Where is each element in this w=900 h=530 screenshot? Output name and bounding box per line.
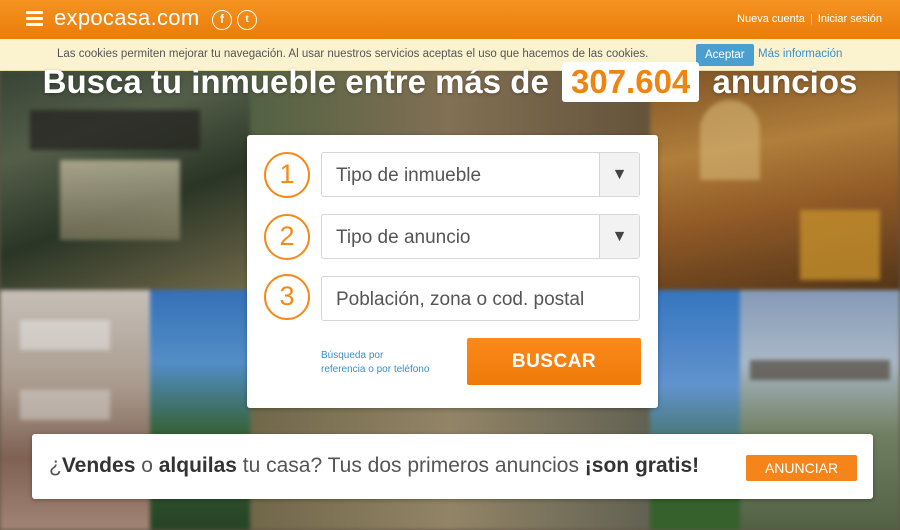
- facebook-icon[interactable]: f: [212, 10, 232, 30]
- step-2-badge: 2: [264, 214, 310, 260]
- banner-free: ¡son gratis!: [584, 454, 700, 477]
- site-logo[interactable]: expocasa.com: [54, 5, 199, 31]
- twitter-icon[interactable]: t: [237, 10, 257, 30]
- publish-banner: ¿Vendes o alquilas tu casa? Tus dos prim…: [32, 434, 873, 499]
- property-type-value: Tipo de inmueble: [336, 165, 482, 186]
- listing-type-value: Tipo de anuncio: [336, 227, 471, 248]
- headline-before: Busca tu inmueble entre más de: [42, 63, 549, 100]
- dropdown-arrow-icon[interactable]: ▼: [599, 153, 639, 196]
- banner-q-open: ¿: [49, 454, 62, 477]
- publish-ad-button[interactable]: ANUNCIAR: [746, 455, 857, 481]
- step-3-badge: 3: [264, 274, 310, 320]
- headline-after: anuncios: [712, 63, 858, 100]
- step-1-badge: 1: [264, 152, 310, 198]
- account-links: Nueva cuenta | Iniciar sesión: [737, 13, 882, 25]
- search-panel: 1 Tipo de inmueble ▼ 2 Tipo de anuncio ▼…: [247, 135, 658, 408]
- dropdown-arrow-icon[interactable]: ▼: [599, 215, 639, 258]
- banner-middle: tu casa? Tus dos primeros anuncios: [236, 454, 585, 477]
- publish-banner-text: ¿Vendes o alquilas tu casa? Tus dos prim…: [49, 454, 699, 478]
- cookie-message: Las cookies permiten mejorar tu navegaci…: [57, 48, 649, 60]
- banner-sell: Vendes: [61, 454, 136, 477]
- cookie-more-info-link[interactable]: Más información: [758, 48, 842, 60]
- banner-or: o: [135, 454, 159, 477]
- top-header: expocasa.com f t Nueva cuenta | Iniciar se…: [0, 0, 900, 39]
- reference-link-line2: referencia o por teléfono: [321, 364, 430, 375]
- property-type-select[interactable]: Tipo de inmueble ▼: [321, 152, 640, 197]
- listing-count: 307.604: [562, 62, 700, 102]
- location-placeholder: Población, zona o cod. postal: [336, 289, 585, 310]
- page-headline: Busca tu inmueble entre más de 307.604 a…: [0, 62, 900, 102]
- reference-link-line1: Búsqueda por: [321, 350, 384, 361]
- location-input[interactable]: Población, zona o cod. postal: [321, 276, 640, 321]
- reference-search-link[interactable]: Búsqueda por referencia o por teléfono: [321, 349, 429, 377]
- search-button[interactable]: BUSCAR: [467, 338, 641, 385]
- login-link[interactable]: Iniciar sesión: [818, 13, 882, 25]
- new-account-link[interactable]: Nueva cuenta: [737, 13, 805, 25]
- menu-icon[interactable]: [26, 11, 43, 27]
- link-separator: |: [809, 13, 813, 25]
- listing-type-select[interactable]: Tipo de anuncio ▼: [321, 214, 640, 259]
- banner-rent: alquilas: [158, 454, 237, 477]
